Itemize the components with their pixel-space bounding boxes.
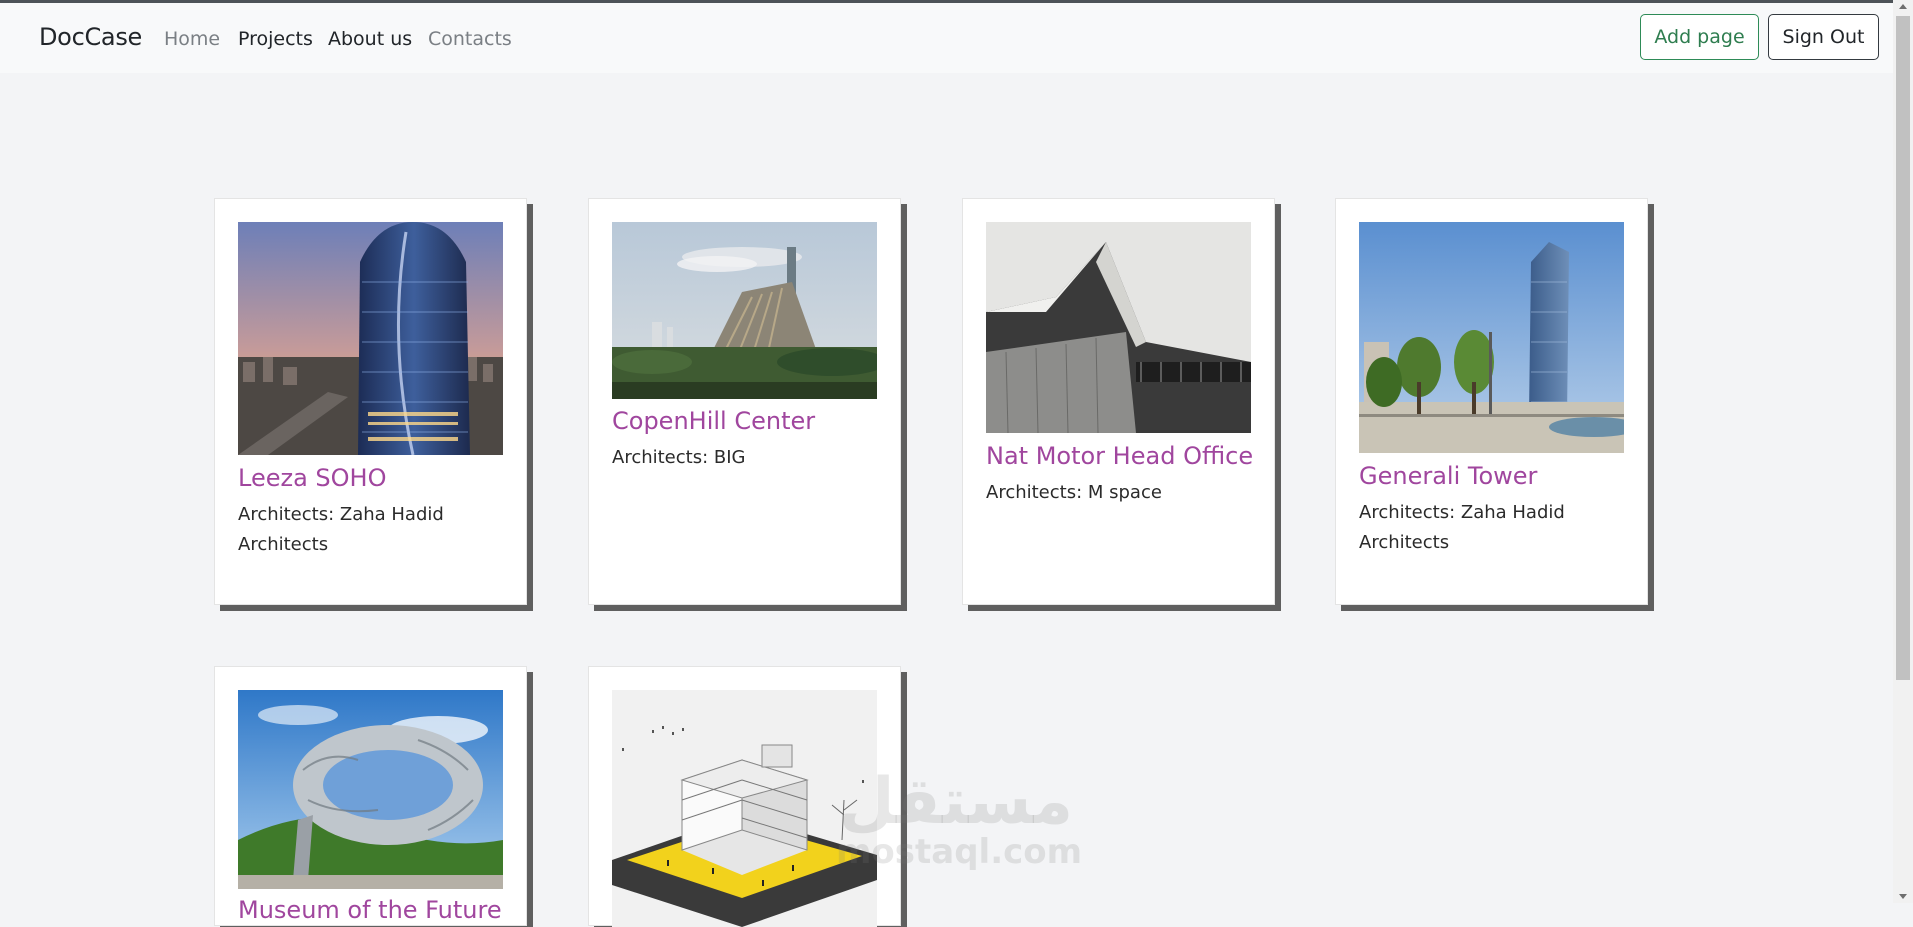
project-architects: Architects: M space bbox=[986, 478, 1251, 508]
project-architects: Architects: Zaha Hadid Architects bbox=[238, 500, 503, 560]
project-title[interactable]: Museum of the Future bbox=[238, 896, 502, 924]
nav-link-home[interactable]: Home bbox=[164, 28, 220, 50]
project-title[interactable]: Leeza SOHO bbox=[238, 464, 386, 492]
project-card-nat-motor-head-office[interactable]: Nat Motor Head Office Architects: M spac… bbox=[962, 198, 1275, 605]
project-architects: Architects: BIG bbox=[612, 443, 877, 473]
project-title[interactable]: Generali Tower bbox=[1359, 462, 1537, 490]
scroll-up-arrow-icon[interactable] bbox=[1899, 4, 1907, 9]
vertical-scrollbar[interactable] bbox=[1893, 0, 1913, 903]
nav-link-contacts[interactable]: Contacts bbox=[428, 28, 512, 50]
project-image-leeza-soho[interactable] bbox=[238, 222, 503, 455]
project-image-museum-of-the-future[interactable] bbox=[238, 690, 503, 889]
scroll-down-arrow-icon[interactable] bbox=[1899, 894, 1907, 899]
project-card-leeza-soho[interactable]: Leeza SOHO Architects: Zaha Hadid Archit… bbox=[214, 198, 527, 605]
project-card-generali-tower[interactable]: Generali Tower Architects: Zaha Hadid Ar… bbox=[1335, 198, 1648, 605]
project-image-nat-motor-head-office[interactable] bbox=[986, 222, 1251, 433]
top-navbar: DocCase Home Projects About us Contacts … bbox=[0, 3, 1893, 73]
nav-link-projects[interactable]: Projects bbox=[238, 28, 313, 50]
project-architects: Architects: Zaha Hadid Architects bbox=[1359, 498, 1624, 558]
project-card-museum-of-the-future[interactable]: Museum of the Future bbox=[214, 666, 527, 926]
sign-out-button[interactable]: Sign Out bbox=[1768, 14, 1879, 60]
project-card-copenhill-center[interactable]: CopenHill Center Architects: BIG bbox=[588, 198, 901, 605]
watermark-latin: mostaql.com bbox=[836, 834, 1076, 870]
mostaql-watermark: مستقل mostaql.com bbox=[836, 770, 1076, 870]
project-image-generali-tower[interactable] bbox=[1359, 222, 1624, 453]
watermark-arabic: مستقل bbox=[836, 770, 1076, 834]
scrollbar-thumb[interactable] bbox=[1896, 16, 1910, 680]
project-image-copenhill-center[interactable] bbox=[612, 222, 877, 399]
brand-logo[interactable]: DocCase bbox=[39, 23, 142, 51]
project-title[interactable]: CopenHill Center bbox=[612, 407, 815, 435]
project-title[interactable]: Nat Motor Head Office bbox=[986, 442, 1253, 470]
nav-link-about-us[interactable]: About us bbox=[328, 28, 412, 50]
add-page-button[interactable]: Add page bbox=[1640, 14, 1759, 60]
